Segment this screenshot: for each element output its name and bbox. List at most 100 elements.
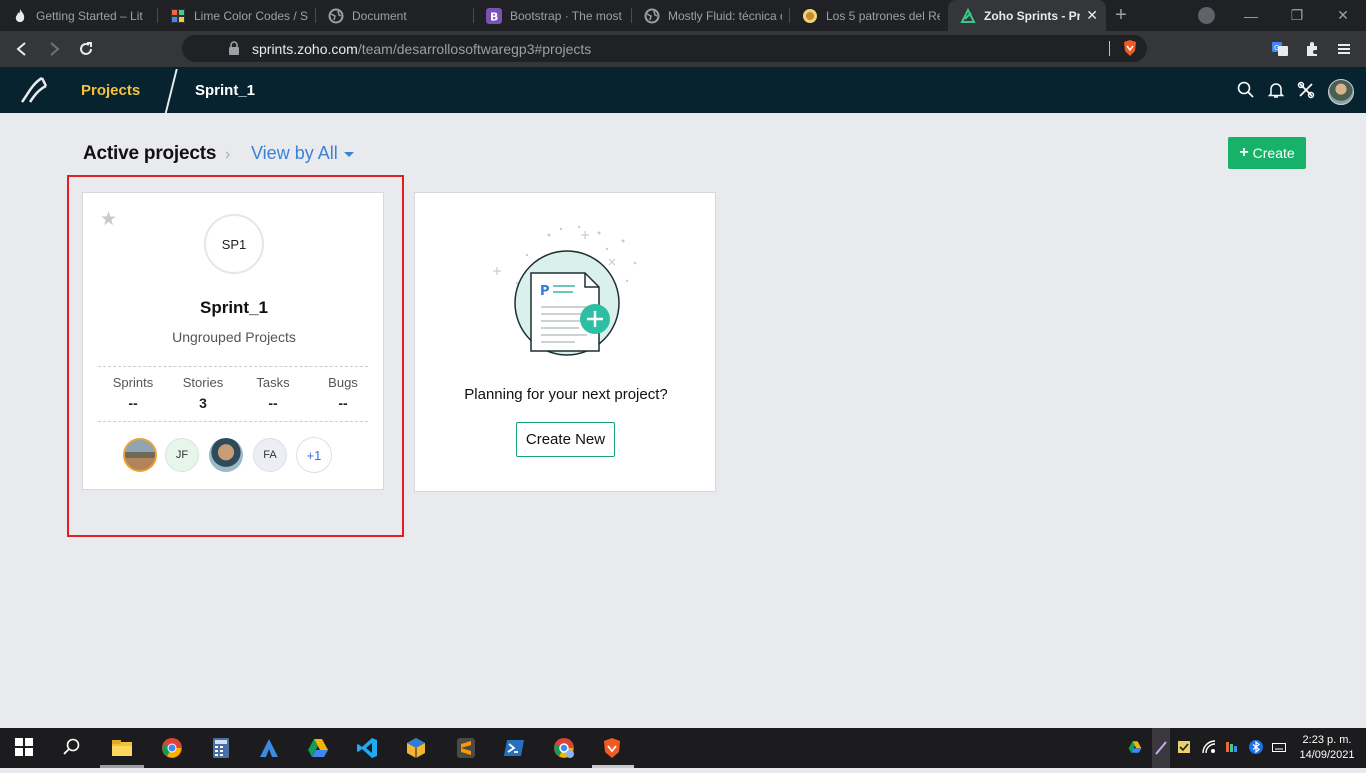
powershell-icon[interactable] bbox=[503, 737, 525, 759]
omnibox-divider bbox=[1109, 41, 1110, 56]
lock-icon bbox=[228, 41, 240, 60]
window-controls: — ❐ ✕ bbox=[1228, 0, 1366, 31]
extensions-icon[interactable] bbox=[1302, 39, 1322, 59]
globe-icon bbox=[328, 8, 344, 24]
create-button[interactable]: + Create bbox=[1228, 137, 1306, 169]
windows-start-icon[interactable] bbox=[15, 738, 37, 760]
chrome-icon[interactable] bbox=[161, 737, 183, 759]
url-text: sprints.zoho.com/team/desarrollosoftware… bbox=[252, 41, 591, 57]
google-drive-icon[interactable] bbox=[307, 737, 329, 759]
reload-icon[interactable] bbox=[76, 39, 96, 59]
project-group: Ungrouped Projects bbox=[172, 329, 296, 345]
tab-title: Document bbox=[352, 8, 407, 23]
star-icon[interactable]: ★ bbox=[100, 208, 117, 231]
browser-tab-strip: Getting Started – Lit Lime Color Codes /… bbox=[0, 0, 1366, 31]
browser-tab-active[interactable]: Zoho Sprints - Proj ✕ bbox=[948, 0, 1106, 31]
browser-tab[interactable]: Mostly Fluid: técnica de bbox=[632, 0, 790, 31]
keyboard-tray-icon[interactable] bbox=[1272, 740, 1286, 754]
member-avatar[interactable]: JF bbox=[165, 438, 199, 472]
forward-icon[interactable] bbox=[44, 39, 64, 59]
tab-title: Lime Color Codes / Sha bbox=[194, 8, 308, 23]
brave-shield-icon[interactable] bbox=[1122, 39, 1138, 62]
stat-stories: Stories 3 bbox=[168, 375, 238, 411]
sublime-text-icon[interactable] bbox=[455, 737, 477, 759]
url-path: /team/desarrollosoftwaregp3#projects bbox=[357, 41, 592, 57]
bell-icon[interactable] bbox=[1267, 81, 1285, 99]
project-name[interactable]: Sprint_1 bbox=[83, 298, 385, 318]
bootstrap-icon: B bbox=[486, 7, 502, 24]
virtualbox-icon[interactable] bbox=[405, 737, 427, 759]
stat-label: Tasks bbox=[256, 375, 290, 390]
chrome-profile-icon[interactable] bbox=[553, 737, 575, 759]
plus-icon: + bbox=[1239, 144, 1249, 161]
clock-date: 14/09/2021 bbox=[1299, 749, 1355, 761]
wifi-icon[interactable] bbox=[1202, 740, 1216, 754]
minimize-icon[interactable]: — bbox=[1228, 8, 1274, 24]
more-members-badge[interactable]: +1 bbox=[296, 437, 332, 473]
create-new-button[interactable]: Create New bbox=[516, 422, 615, 457]
page-title: Active projects bbox=[83, 143, 217, 164]
close-tab-icon[interactable]: ✕ bbox=[1086, 7, 1098, 24]
site-icon bbox=[802, 8, 818, 24]
new-document-illustration-icon: P bbox=[487, 223, 647, 368]
user-avatar[interactable] bbox=[1328, 79, 1354, 105]
flame-icon bbox=[12, 8, 28, 24]
network-tray-icon[interactable] bbox=[1225, 740, 1239, 754]
google-drive-tray-icon[interactable] bbox=[1128, 740, 1142, 754]
breadcrumb-current[interactable]: Sprint_1 bbox=[195, 82, 255, 99]
stat-sprints: Sprints -- bbox=[98, 375, 168, 411]
browser-tab[interactable]: Los 5 patrones del Resp bbox=[790, 0, 948, 31]
zoho-sprints-logo-icon[interactable] bbox=[18, 74, 50, 111]
calculator-icon[interactable] bbox=[210, 737, 232, 759]
vscode-icon[interactable] bbox=[356, 737, 378, 759]
tools-icon[interactable] bbox=[1297, 81, 1315, 99]
stat-value: -- bbox=[268, 395, 278, 411]
project-code-badge: SP1 bbox=[204, 214, 264, 274]
tab-title: Zoho Sprints - Proj bbox=[984, 8, 1081, 23]
globe-icon bbox=[644, 8, 660, 24]
browser-tab[interactable]: Document bbox=[316, 0, 474, 31]
app-launcher-icon[interactable] bbox=[258, 737, 280, 759]
translate-icon[interactable]: G bbox=[1270, 39, 1290, 59]
tab-search-icon[interactable] bbox=[1198, 7, 1215, 24]
address-bar[interactable]: sprints.zoho.com/team/desarrollosoftware… bbox=[182, 35, 1147, 62]
restore-icon[interactable]: ❐ bbox=[1274, 7, 1320, 24]
project-card[interactable]: ★ SP1 Sprint_1 Ungrouped Projects Sprint… bbox=[82, 192, 384, 490]
file-explorer-icon[interactable] bbox=[111, 737, 133, 759]
svg-text:G: G bbox=[1274, 44, 1279, 52]
tab-title: Getting Started – Lit bbox=[36, 8, 143, 23]
stat-label: Bugs bbox=[328, 375, 358, 390]
new-tab-button[interactable]: + bbox=[1106, 0, 1136, 31]
browser-tab[interactable]: Getting Started – Lit bbox=[0, 0, 158, 31]
search-icon[interactable] bbox=[63, 738, 85, 760]
browser-tab[interactable]: Lime Color Codes / Sha bbox=[158, 0, 316, 31]
svg-text:P: P bbox=[540, 284, 550, 299]
new-project-card: P Planning for your next project? Create… bbox=[414, 192, 716, 492]
divider bbox=[98, 421, 368, 422]
nav-projects[interactable]: Projects bbox=[81, 82, 140, 99]
view-by-dropdown[interactable]: View by All bbox=[251, 143, 354, 164]
member-avatar[interactable] bbox=[209, 438, 243, 472]
security-tray-icon[interactable] bbox=[1177, 740, 1191, 754]
bluetooth-icon[interactable] bbox=[1249, 740, 1263, 754]
stat-bugs: Bugs -- bbox=[308, 375, 378, 411]
brave-browser-icon[interactable] bbox=[601, 737, 623, 759]
back-icon[interactable] bbox=[12, 39, 32, 59]
member-avatar[interactable] bbox=[123, 438, 157, 472]
taskbar-clock[interactable]: 2:23 p. m. 14/09/2021 bbox=[1292, 733, 1362, 763]
search-icon[interactable] bbox=[1237, 81, 1255, 99]
close-window-icon[interactable]: ✕ bbox=[1320, 7, 1366, 24]
browser-toolbar: sprints.zoho.com/team/desarrollosoftware… bbox=[0, 31, 1366, 67]
tab-title: Bootstrap · The most p bbox=[510, 8, 624, 23]
svg-text:B: B bbox=[490, 10, 498, 23]
tab-title: Los 5 patrones del Resp bbox=[826, 8, 940, 23]
divider bbox=[98, 366, 368, 367]
menu-icon[interactable] bbox=[1334, 39, 1354, 59]
caret-down-icon bbox=[343, 151, 354, 157]
browser-tab[interactable]: B Bootstrap · The most p bbox=[474, 0, 632, 31]
app-header: Projects Sprint_1 bbox=[0, 67, 1366, 115]
member-avatar[interactable]: FA bbox=[253, 438, 287, 472]
next-project-prompt: Planning for your next project? bbox=[464, 386, 668, 403]
view-by-label: View by All bbox=[251, 143, 338, 163]
pen-tray-icon[interactable] bbox=[1152, 728, 1170, 768]
